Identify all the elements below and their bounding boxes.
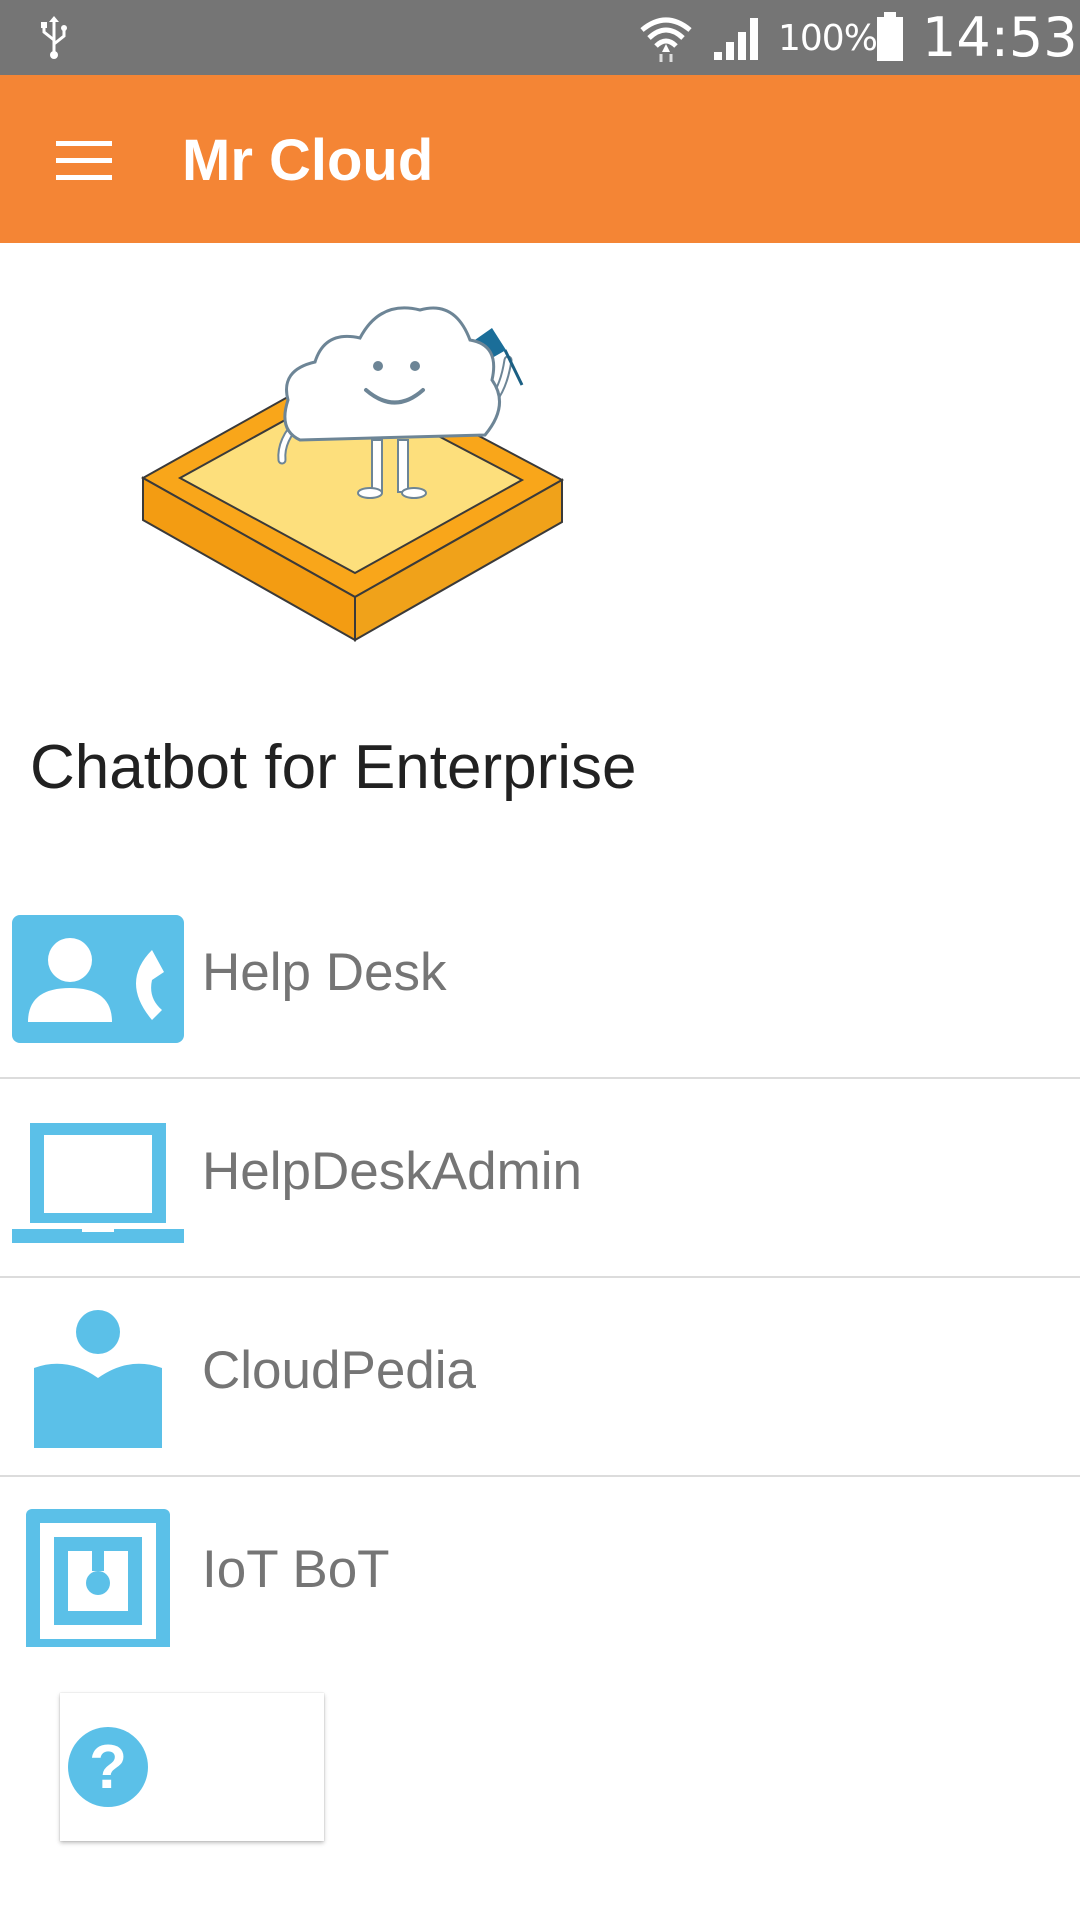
hamburger-menu-icon[interactable] [40,119,130,199]
cloud-mascot-illustration [140,306,565,642]
bot-list: Help Desk HelpDeskAdmin CloudPedia IoT B… [0,880,1080,1674]
laptop-icon [12,1123,184,1243]
wifi-icon [640,17,692,62]
bot-item-iot-bot[interactable]: IoT BoT [0,1477,1080,1674]
battery-percentage: 100% [778,18,878,59]
signal-icon [714,18,758,60]
status-bar: 100% 14:53 [0,0,1080,75]
bot-label: HelpDeskAdmin [202,1142,582,1201]
status-clock: 14:53 [922,6,1078,69]
bot-label: Help Desk [202,943,447,1002]
app-title: Mr Cloud [182,128,434,193]
bot-label: CloudPedia [202,1341,477,1400]
bot-item-cloudpedia[interactable]: CloudPedia [0,1278,1080,1477]
contact-phone-icon [12,915,184,1043]
bot-item-help-desk[interactable]: Help Desk [0,880,1080,1079]
reader-book-icon [34,1310,162,1448]
iot-chip-icon [26,1509,170,1647]
app-bar: Mr Cloud [0,75,1080,243]
help-button[interactable]: ? [60,1693,324,1841]
bot-label: IoT BoT [202,1540,390,1599]
help-icon: ? [68,1727,148,1807]
bot-item-helpdeskadmin[interactable]: HelpDeskAdmin [0,1079,1080,1278]
battery-icon [877,12,903,61]
page-heading: Chatbot for Enterprise [30,733,637,802]
usb-icon [41,16,67,59]
